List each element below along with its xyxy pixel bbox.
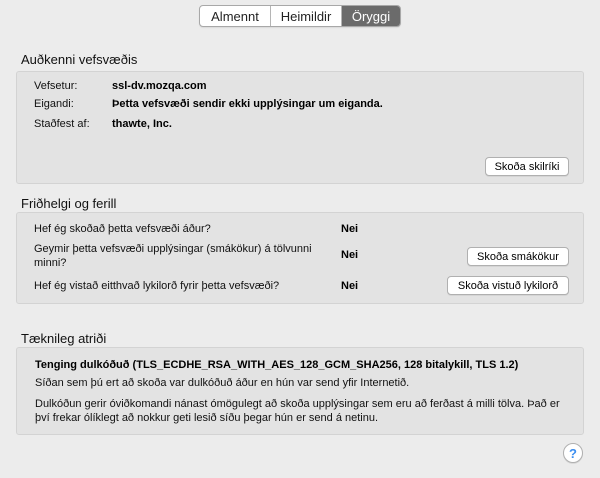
view-cookies-button[interactable]: Skoða smákökur [467, 247, 569, 266]
cookies-question: Geymir þetta vefsvæði upplýsingar (smákö… [34, 243, 312, 269]
tab-permissions[interactable]: Heimildir [270, 6, 341, 26]
tab-security[interactable]: Öryggi [341, 6, 400, 26]
help-icon[interactable]: ? [563, 443, 583, 463]
saved-passwords-question: Hef ég vistað eitthvað lykilorð fyrir þe… [34, 280, 280, 292]
website-label: Vefsetur: [34, 80, 78, 92]
identity-section-title: Auðkenni vefsvæðis [21, 52, 138, 67]
verified-by-label: Staðfest af: [34, 118, 90, 130]
visited-before-question: Hef ég skoðað þetta vefsvæði áður? [34, 223, 211, 235]
technical-section-title: Tæknileg atriði [21, 331, 107, 346]
visited-before-answer: Nei [341, 223, 359, 235]
saved-passwords-answer: Nei [341, 280, 359, 292]
owner-value: Þetta vefsvæði sendir ekki upplýsingar u… [112, 98, 383, 110]
verified-by-value: thawte, Inc. [112, 118, 172, 130]
website-value: ssl-dv.mozqa.com [112, 80, 207, 92]
owner-label: Eigandi: [34, 98, 74, 110]
encryption-description-1: Síðan sem þú ert að skoða var dulkóðuð á… [35, 377, 410, 389]
cookies-answer: Nei [341, 249, 359, 261]
tab-general[interactable]: Almennt [200, 6, 270, 26]
view-certificate-button[interactable]: Skoða skilríki [485, 157, 569, 176]
connection-encrypted-text: Tenging dulkóðuð (TLS_ECDHE_RSA_WITH_AES… [35, 359, 519, 371]
view-saved-passwords-button[interactable]: Skoða vistuð lykilorð [447, 276, 569, 295]
privacy-section-title: Friðhelgi og ferill [21, 196, 117, 211]
tab-bar: Almennt Heimildir Öryggi [199, 5, 401, 27]
encryption-description-2: Dulkóðun gerir óviðkomandi nánast ómögul… [35, 398, 560, 424]
